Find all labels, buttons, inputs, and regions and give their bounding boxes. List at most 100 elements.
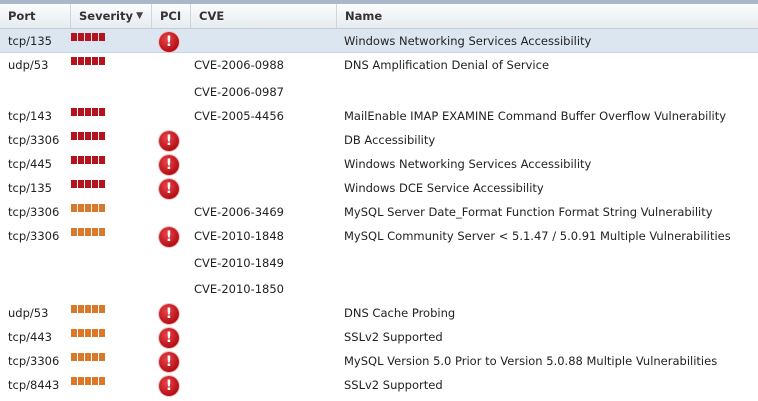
port-cell: tcp/8443 <box>8 378 60 392</box>
cve-link[interactable]: CVE-2006-3469 <box>194 205 284 219</box>
severity-bar <box>71 329 77 337</box>
sort-desc-icon[interactable]: ▼ <box>136 4 143 28</box>
vulnerability-name: MailEnable IMAP EXAMINE Command Buffer O… <box>344 109 727 123</box>
column-header-pci[interactable]: PCI <box>152 4 191 28</box>
severity-bar <box>85 228 91 236</box>
pci-fail-icon: ! <box>159 131 179 151</box>
column-header-port[interactable]: Port <box>0 4 71 28</box>
pci-fail-icon: ! <box>159 304 179 324</box>
pci-fail-icon: ! <box>159 32 179 52</box>
table-row[interactable]: tcp/3306! DB Accessibility <box>0 128 758 152</box>
table-row[interactable]: tcp/135! Windows DCE Service Accessibilit… <box>0 176 758 200</box>
severity-bar <box>78 353 84 361</box>
vulnerability-name: SSLv2 Supported <box>344 378 443 392</box>
cve-link[interactable]: CVE-2010-1849 <box>194 256 284 270</box>
port-cell: tcp/135 <box>8 181 52 195</box>
table-row[interactable]: udp/53! DNS Cache Probing <box>0 301 758 325</box>
port-cell: udp/53 <box>8 306 49 320</box>
severity-bar <box>99 57 105 65</box>
table-row[interactable]: tcp/445! Windows Networking Services Acce… <box>0 152 758 176</box>
severity-indicator <box>71 156 105 164</box>
table-row[interactable]: tcp/8443! SSLv2 Supported <box>0 373 758 397</box>
port-cell: tcp/143 <box>8 109 52 123</box>
cve-link[interactable]: CVE-2006-0988 <box>194 58 284 72</box>
severity-bar <box>99 132 105 140</box>
severity-bar <box>99 156 105 164</box>
column-header-label: PCI <box>160 9 182 23</box>
severity-bar <box>99 33 105 41</box>
severity-indicator <box>71 132 105 140</box>
table-row[interactable]: tcp/3306 CVE-2006-3469 MySQL Server Date_F… <box>0 200 758 224</box>
severity-bar <box>71 180 77 188</box>
table-row[interactable]: tcp/135! Windows Networking Services Acce… <box>0 29 758 53</box>
table-row[interactable]: tcp/3306! MySQL Version 5.0 Prior to Vers… <box>0 349 758 373</box>
severity-bar <box>92 353 98 361</box>
severity-bar <box>92 377 98 385</box>
column-header-label: Severity <box>79 9 133 23</box>
severity-bar <box>99 329 105 337</box>
severity-bar <box>99 353 105 361</box>
column-header-name[interactable]: Name <box>337 4 758 28</box>
severity-bar <box>85 57 91 65</box>
severity-bar <box>85 132 91 140</box>
severity-indicator <box>71 377 105 385</box>
vulnerability-name: DB Accessibility <box>344 133 436 147</box>
port-cell: tcp/3306 <box>8 354 60 368</box>
port-cell: tcp/445 <box>8 157 52 171</box>
vulnerability-name: Windows DCE Service Accessibility <box>344 181 544 195</box>
table-row[interactable]: tcp/443! SSLv2 Supported <box>0 325 758 349</box>
severity-bar <box>92 329 98 337</box>
severity-bar <box>85 204 91 212</box>
severity-bar <box>99 228 105 236</box>
severity-bar <box>92 57 98 65</box>
severity-bar <box>92 108 98 116</box>
vulnerability-name: DNS Amplification Denial of Service <box>344 58 550 72</box>
cve-link[interactable]: CVE-2006-0987 <box>194 85 284 99</box>
severity-bar <box>78 108 84 116</box>
pci-fail-icon: ! <box>159 328 179 348</box>
severity-bar <box>92 180 98 188</box>
port-cell: tcp/3306 <box>8 229 60 243</box>
severity-bar <box>78 305 84 313</box>
severity-indicator <box>71 228 105 236</box>
column-header-severity[interactable]: Severity ▼ <box>71 4 152 28</box>
table-row[interactable]: udp/53 CVE-2006-0988 CVE-2006-0987 DNS Ampl… <box>0 53 758 104</box>
pci-fail-icon: ! <box>159 227 179 247</box>
table-row[interactable]: tcp/3306! CVE-2010-1848 CVE-2010-1849 CVE-2… <box>0 224 758 301</box>
table-row[interactable]: tcp/143 CVE-2005-4456 MailEnable IMAP EXAM… <box>0 104 758 128</box>
severity-bar <box>71 377 77 385</box>
pci-fail-icon: ! <box>159 155 179 175</box>
severity-bar <box>99 180 105 188</box>
pci-fail-icon: ! <box>159 352 179 372</box>
vulnerability-name: MySQL Version 5.0 Prior to Version 5.0.8… <box>344 354 718 368</box>
severity-bar <box>92 156 98 164</box>
severity-bar <box>78 204 84 212</box>
severity-bar <box>99 204 105 212</box>
severity-bar <box>71 57 77 65</box>
vulnerability-name: Windows Networking Services Accessibilit… <box>344 157 592 171</box>
severity-indicator <box>71 108 105 116</box>
severity-bar <box>71 108 77 116</box>
cve-link[interactable]: CVE-2010-1848 <box>194 229 284 243</box>
cve-link[interactable]: CVE-2010-1850 <box>194 282 284 296</box>
severity-bar <box>92 33 98 41</box>
severity-bar <box>78 377 84 385</box>
pci-fail-icon: ! <box>159 376 179 396</box>
vulnerability-name: MySQL Community Server < 5.1.47 / 5.0.91… <box>344 229 731 243</box>
severity-bar <box>92 132 98 140</box>
cve-link[interactable]: CVE-2005-4456 <box>194 109 284 123</box>
vulnerability-name: SSLv2 Supported <box>344 330 443 344</box>
severity-bar <box>85 33 91 41</box>
severity-indicator <box>71 353 105 361</box>
column-header-cve[interactable]: CVE <box>191 4 337 28</box>
severity-bar <box>71 156 77 164</box>
column-header-label: Port <box>8 9 36 23</box>
severity-bar <box>85 353 91 361</box>
column-header-label: Name <box>345 9 383 23</box>
vulnerability-name: DNS Cache Probing <box>344 306 456 320</box>
vulnerability-name: Windows Networking Services Accessibilit… <box>344 34 592 48</box>
severity-bar <box>85 108 91 116</box>
severity-indicator <box>71 305 105 313</box>
port-cell: tcp/135 <box>8 34 52 48</box>
severity-bar <box>85 377 91 385</box>
